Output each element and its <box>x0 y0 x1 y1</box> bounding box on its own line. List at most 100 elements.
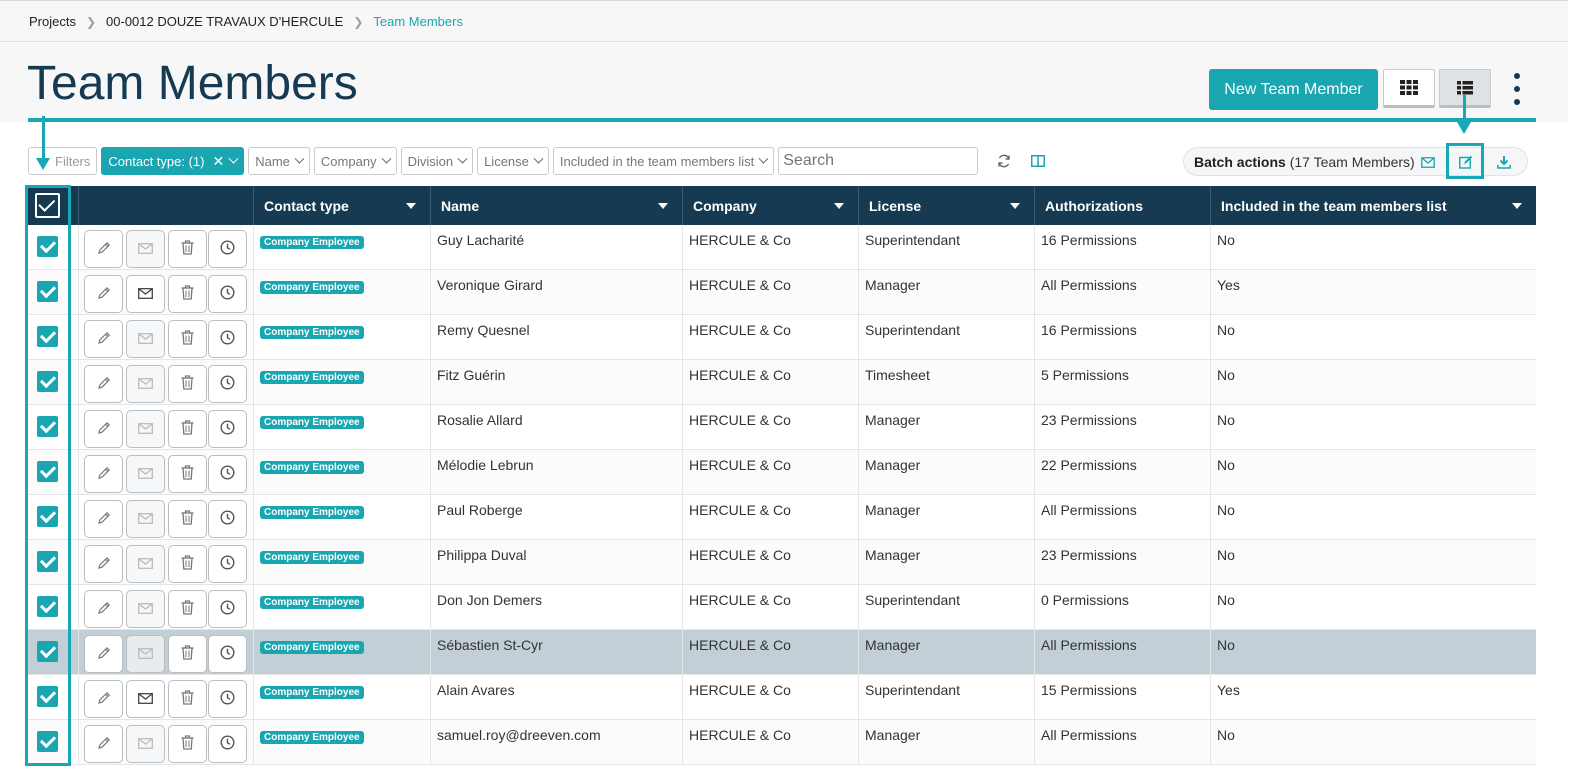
email-button[interactable] <box>126 725 165 763</box>
sort-caret-icon[interactable] <box>406 203 416 209</box>
edit-button[interactable] <box>84 500 123 538</box>
batch-download-icon[interactable] <box>1496 154 1512 170</box>
cell-included: No <box>1210 495 1536 540</box>
edit-button[interactable] <box>84 410 123 448</box>
license-filter[interactable]: License <box>477 147 549 175</box>
history-button[interactable] <box>208 455 247 493</box>
cell-name: Paul Roberge <box>430 495 682 540</box>
sort-caret-icon[interactable] <box>834 203 844 209</box>
column-header-included[interactable]: Included in the team members list <box>1210 186 1536 225</box>
history-button[interactable] <box>208 410 247 448</box>
history-button[interactable] <box>208 590 247 628</box>
table-row[interactable]: Company Employee Philippa Duval HERCULE & … <box>28 540 1536 585</box>
email-button[interactable] <box>126 680 165 718</box>
column-header-authorizations[interactable]: Authorizations <box>1034 186 1210 225</box>
edit-button[interactable] <box>84 590 123 628</box>
delete-button[interactable] <box>168 230 207 268</box>
edit-button[interactable] <box>84 725 123 763</box>
edit-button[interactable] <box>84 275 123 313</box>
cell-contact-type: Company Employee <box>253 720 430 765</box>
new-team-member-button[interactable]: New Team Member <box>1209 69 1378 110</box>
columns-icon[interactable] <box>1030 153 1046 169</box>
table-row[interactable]: Company Employee Remy Quesnel HERCULE & Co… <box>28 315 1536 360</box>
trash-icon <box>181 600 194 618</box>
delete-button[interactable] <box>168 365 207 403</box>
table-row[interactable]: Company Employee Paul Roberge HERCULE & Co… <box>28 495 1536 540</box>
column-header-contact-type[interactable]: Contact type <box>253 186 430 225</box>
table-row[interactable]: Company Employee samuel.roy@dreeven.com HE… <box>28 720 1536 765</box>
contact-type-badge: Company Employee <box>260 641 364 654</box>
history-button[interactable] <box>208 725 247 763</box>
contact-type-filter[interactable]: Contact type: (1) ✕ <box>101 147 245 175</box>
pencil-icon <box>97 376 111 393</box>
delete-button[interactable] <box>168 725 207 763</box>
delete-button[interactable] <box>168 545 207 583</box>
breadcrumb-project[interactable]: 00-0012 DOUZE TRAVAUX D'HERCULE <box>106 14 343 29</box>
delete-button[interactable] <box>168 320 207 358</box>
breadcrumb-projects[interactable]: Projects <box>29 14 76 29</box>
history-button[interactable] <box>208 635 247 673</box>
email-button[interactable] <box>126 275 165 313</box>
delete-button[interactable] <box>168 275 207 313</box>
delete-button[interactable] <box>168 455 207 493</box>
table-row[interactable]: Company Employee Don Jon Demers HERCULE & … <box>28 585 1536 630</box>
history-button[interactable] <box>208 275 247 313</box>
edit-button[interactable] <box>84 545 123 583</box>
edit-button[interactable] <box>84 320 123 358</box>
clear-filter-icon[interactable]: ✕ <box>213 153 225 170</box>
edit-button[interactable] <box>84 365 123 403</box>
table-row[interactable]: Company Employee Fitz Guérin HERCULE & Co T… <box>28 360 1536 405</box>
email-button[interactable] <box>126 365 165 403</box>
history-button[interactable] <box>208 320 247 358</box>
column-header-company[interactable]: Company <box>682 186 858 225</box>
grid-view-button[interactable] <box>1383 69 1435 108</box>
more-options-icon[interactable] <box>1511 73 1523 105</box>
table-row[interactable]: Company Employee Rosalie Allard HERCULE & … <box>28 405 1536 450</box>
sort-caret-icon[interactable] <box>1512 203 1522 209</box>
cell-contact-type: Company Employee <box>253 315 430 360</box>
table-row[interactable]: Company Employee Mélodie Lebrun HERCULE & … <box>28 450 1536 495</box>
envelope-icon <box>138 601 153 617</box>
email-button[interactable] <box>126 500 165 538</box>
email-button[interactable] <box>126 635 165 673</box>
sort-caret-icon[interactable] <box>658 203 668 209</box>
history-button[interactable] <box>208 365 247 403</box>
search-input[interactable] <box>778 147 979 175</box>
delete-button[interactable] <box>168 410 207 448</box>
delete-button[interactable] <box>168 500 207 538</box>
email-button[interactable] <box>126 230 165 268</box>
history-button[interactable] <box>208 500 247 538</box>
edit-button[interactable] <box>84 455 123 493</box>
included-filter[interactable]: Included in the team members list <box>552 147 775 175</box>
history-button[interactable] <box>208 545 247 583</box>
top-bar: Projects ❯ 00-0012 DOUZE TRAVAUX D'HERCU… <box>0 0 1568 42</box>
email-button[interactable] <box>126 455 165 493</box>
column-header-license[interactable]: License <box>858 186 1034 225</box>
email-button[interactable] <box>126 320 165 358</box>
batch-actions-title: Batch actions <box>1194 153 1286 170</box>
name-filter[interactable]: Name <box>248 147 310 175</box>
history-button[interactable] <box>208 680 247 718</box>
history-button[interactable] <box>208 230 247 268</box>
edit-button[interactable] <box>84 680 123 718</box>
table-row[interactable]: Company Employee Guy Lacharité HERCULE & C… <box>28 225 1536 270</box>
table-row[interactable]: Company Employee Sébastien St-Cyr HERCULE … <box>28 630 1536 675</box>
sort-caret-icon[interactable] <box>1010 203 1020 209</box>
email-button[interactable] <box>126 545 165 583</box>
delete-button[interactable] <box>168 590 207 628</box>
table-row[interactable]: Company Employee Alain Avares HERCULE & Co… <box>28 675 1536 720</box>
clock-icon <box>220 510 235 528</box>
company-filter[interactable]: Company <box>313 147 397 175</box>
edit-button[interactable] <box>84 635 123 673</box>
refresh-icon[interactable] <box>996 153 1012 169</box>
delete-button[interactable] <box>168 635 207 673</box>
table-row[interactable]: Company Employee Veronique Girard HERCULE … <box>28 270 1536 315</box>
batch-email-icon[interactable] <box>1420 154 1436 170</box>
email-button[interactable] <box>126 590 165 628</box>
delete-button[interactable] <box>168 680 207 718</box>
division-filter[interactable]: Division <box>400 147 474 175</box>
edit-button[interactable] <box>84 230 123 268</box>
column-header-name[interactable]: Name <box>430 186 682 225</box>
email-button[interactable] <box>126 410 165 448</box>
cell-included: No <box>1210 225 1536 270</box>
